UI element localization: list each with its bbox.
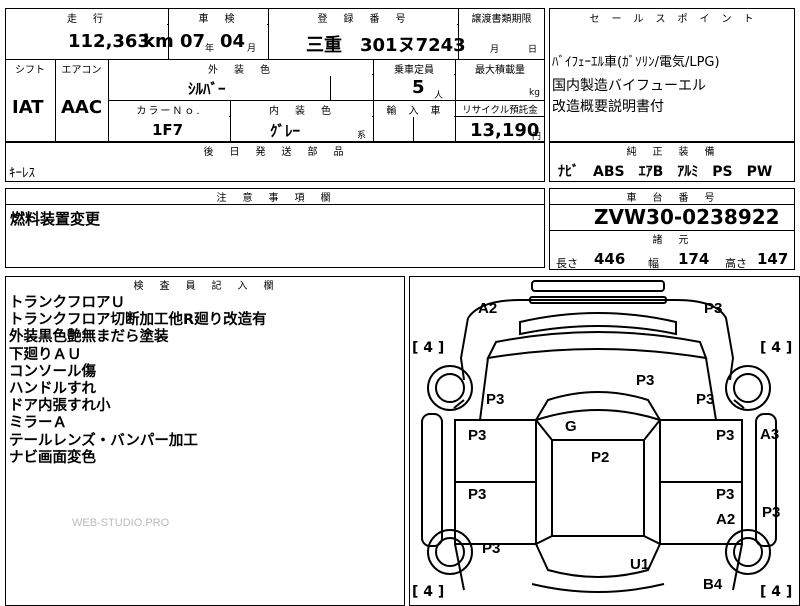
spec-width-value: 174	[678, 250, 710, 268]
inspection-year-unit: 年	[205, 44, 215, 54]
mark-rear-door-right-2: A2	[716, 511, 736, 528]
mark-front-door-left: P3	[468, 427, 487, 444]
max-load-unit: kg	[529, 88, 540, 98]
inspector-note: ミラーＡ	[9, 415, 67, 432]
mark-trunk: U1	[630, 556, 650, 573]
inspector-note: テールレンズ・バンパー加工	[9, 432, 198, 449]
recycle-deposit-unit: 円	[532, 132, 542, 142]
spec-width-label: 幅	[648, 257, 659, 270]
inspector-note: ドア内張すれ小	[9, 398, 111, 415]
parts-label: 後 日 発 送 部 品	[6, 143, 544, 158]
capacity-label: 乗車定員	[374, 61, 454, 76]
equipment-value: ﾅﾋﾞ ABS ｴｱB ｱﾙﾐ PS PW	[558, 164, 773, 180]
ac-label: エアコン	[56, 61, 107, 76]
mark-rear-quarter-left: P3	[482, 540, 501, 557]
inspector-notes: トランクフロアＵ トランクフロア切断加工他R廻り改造有 外装黒色艶無まだら塗装 …	[9, 295, 267, 467]
interior-color-suffix: 系	[357, 131, 367, 141]
capacity-value: 5	[412, 77, 425, 98]
mark-front-door-right: P3	[716, 427, 735, 444]
inspector-note: 下廻りＡＵ	[9, 346, 82, 363]
specs-label: 諸 元	[550, 231, 794, 246]
registration-value: 三重 301ヌ7243	[306, 35, 466, 56]
transfer-month-unit: 月	[490, 45, 500, 55]
caution-value: 燃料装置変更	[10, 210, 101, 228]
inspection-label: 車 検	[169, 10, 267, 25]
inspector-note: ハンドルすれ	[9, 381, 96, 398]
exterior-color-label: 外 装 色	[109, 61, 372, 76]
inspector-note: トランクフロアＵ	[9, 295, 125, 311]
caution-label: 注 意 事 項 欄	[6, 189, 544, 204]
chassis-label: 車 台 番 号	[550, 189, 794, 204]
inspector-note: コンソール傷	[9, 363, 96, 380]
max-load-label: 最大積載量	[456, 61, 544, 76]
tire-front-right-label: [ 4 ]	[760, 340, 793, 356]
mark-roof: G	[565, 418, 577, 435]
mark-fender-left: P3	[486, 391, 505, 408]
mileage-unit: km	[143, 31, 174, 52]
shift-value: IAT	[12, 97, 44, 118]
exterior-color-value: ｼﾙﾊﾞｰ	[188, 80, 226, 98]
mileage-value: 112,363	[68, 31, 150, 52]
mark-right-side: A3	[760, 426, 780, 443]
mark-right-side-rear: P3	[762, 504, 781, 521]
spec-height-label: 高さ	[725, 257, 747, 270]
shift-label: シフト	[6, 61, 54, 76]
mark-rear-door-left: P3	[468, 486, 487, 503]
color-no-label: カラーＮｏ.	[109, 102, 229, 117]
ac-value: AAC	[61, 97, 103, 118]
spec-length-value: 446	[594, 250, 626, 268]
sales-point-line-3: 改造概要説明書付	[552, 99, 664, 115]
interior-color-value: ｸﾞﾚｰ	[270, 122, 301, 140]
registration-label: 登 録 番 号	[269, 10, 457, 25]
sales-point-label: セ ー ル ス ポ イ ン ト	[550, 10, 794, 25]
mark-fender-right: P3	[696, 391, 715, 408]
spec-length-label: 長さ	[556, 257, 578, 270]
mark-rear-bumper: B4	[703, 576, 723, 593]
spec-height-value: 147	[757, 250, 789, 268]
interior-color-label: 内 装 色	[231, 102, 372, 117]
inspector-note: 外装黒色艶無まだら塗装	[9, 329, 169, 346]
inspector-label: 検 査 員 記 入 欄	[6, 277, 404, 292]
chassis-value: ZVW30-0238922	[594, 205, 780, 229]
capacity-unit: 人	[434, 91, 444, 101]
watermark: WEB-STUDIO.PRO	[72, 517, 170, 529]
mileage-label: 走 行	[6, 10, 167, 25]
mark-front-right: P3	[704, 300, 723, 317]
transfer-day-unit: 日	[528, 45, 538, 55]
tire-rear-left-label: [ 4 ]	[412, 584, 445, 600]
transfer-deadline-label: 譲渡書類期限	[459, 10, 544, 25]
inspector-note: トランクフロア切断加工他R廻り改造有	[9, 312, 267, 329]
recycle-deposit-value: 13,190	[470, 120, 540, 141]
inspection-month-unit: 月	[247, 44, 257, 54]
inspection-month: 04	[220, 31, 246, 52]
parts-value: ｷｰﾚｽ	[9, 166, 35, 181]
sales-point-line-2: 国内製造バイフューエル	[552, 78, 706, 94]
tire-rear-right-label: [ 4 ]	[760, 584, 793, 600]
mark-rear-door-right: P3	[716, 486, 735, 503]
mark-hood: P3	[636, 372, 655, 389]
inspection-year: 07	[180, 31, 206, 52]
mark-cabin: P2	[591, 449, 610, 466]
import-car-label: 輸 入 車	[374, 102, 454, 117]
recycle-deposit-label: リサイクル預託金	[456, 102, 544, 116]
equipment-label: 純 正 装 備	[550, 143, 794, 158]
mark-front-left: A2	[478, 300, 498, 317]
tire-front-left-label: [ 4 ]	[412, 340, 445, 356]
sales-point-line-1: ﾊﾞｲﾌｪｰｴﾙ車(ｶﾞｿﾘﾝ/電気/LPG)	[552, 55, 720, 70]
inspector-note: ナビ画面変色	[9, 449, 96, 466]
color-no-value: 1F7	[152, 121, 184, 139]
